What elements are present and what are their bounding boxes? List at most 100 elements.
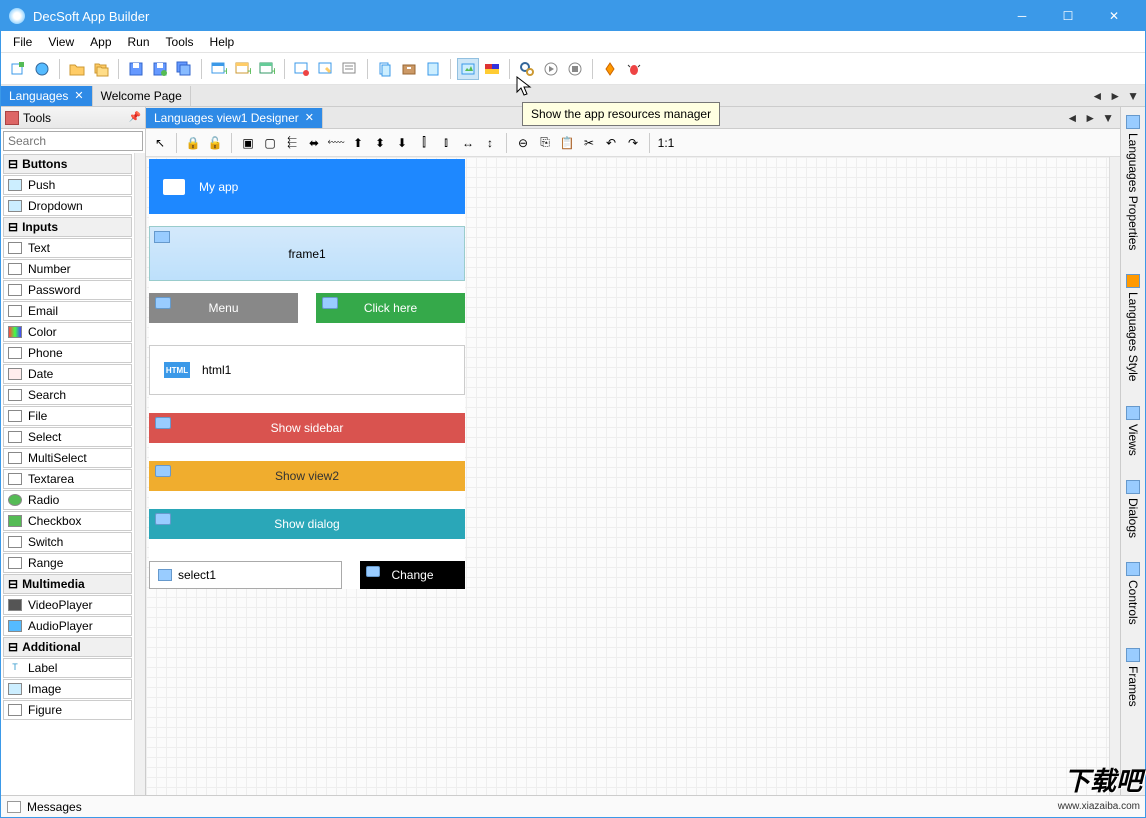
align-right-icon[interactable]: ⬳: [326, 133, 346, 153]
send-back-icon[interactable]: ▢: [260, 133, 280, 153]
tool-date[interactable]: Date: [3, 364, 132, 384]
debug-button[interactable]: [623, 58, 645, 80]
tab-close-icon[interactable]: ✕: [74, 89, 83, 102]
props-button[interactable]: [339, 58, 361, 80]
paste-icon[interactable]: 📋: [557, 133, 577, 153]
dist-h-icon[interactable]: ⫿: [414, 133, 434, 153]
cat-multimedia[interactable]: ⊟Multimedia: [3, 574, 132, 594]
bring-front-icon[interactable]: ▣: [238, 133, 258, 153]
languages-button[interactable]: [481, 58, 503, 80]
tool-label[interactable]: TLabel: [3, 658, 132, 678]
tool-phone[interactable]: Phone: [3, 343, 132, 363]
panel-frames[interactable]: Frames: [1124, 644, 1142, 711]
minimize-button[interactable]: ─: [999, 1, 1045, 31]
open-folder-button[interactable]: [66, 58, 88, 80]
remove-button[interactable]: [291, 58, 313, 80]
files-button[interactable]: [374, 58, 396, 80]
tool-email[interactable]: Email: [3, 301, 132, 321]
pointer-icon[interactable]: ↖: [150, 133, 170, 153]
tool-text[interactable]: Text: [3, 238, 132, 258]
tool-image[interactable]: Image: [3, 679, 132, 699]
widget-show-view2[interactable]: Show view2: [149, 461, 465, 491]
widget-html1[interactable]: HTML html1: [149, 345, 465, 395]
tool-password[interactable]: Password: [3, 280, 132, 300]
tool-number[interactable]: Number: [3, 259, 132, 279]
menu-help[interactable]: Help: [202, 33, 243, 51]
tool-switch[interactable]: Switch: [3, 532, 132, 552]
resources-button[interactable]: [457, 58, 479, 80]
add-view-button[interactable]: +: [208, 58, 230, 80]
new-project-button[interactable]: [7, 58, 29, 80]
tool-checkbox[interactable]: Checkbox: [3, 511, 132, 531]
tool-radio[interactable]: Radio: [3, 490, 132, 510]
menu-tools[interactable]: Tools: [158, 33, 202, 51]
cat-buttons[interactable]: ⊟Buttons: [3, 154, 132, 174]
lock-icon[interactable]: 🔒: [183, 133, 203, 153]
tool-figure[interactable]: Figure: [3, 700, 132, 720]
archive-button[interactable]: [398, 58, 420, 80]
folders-button[interactable]: [90, 58, 112, 80]
tab-prev-icon[interactable]: ◄: [1089, 89, 1105, 103]
tool-color[interactable]: Color: [3, 322, 132, 342]
dist-v-icon[interactable]: ⫾: [436, 133, 456, 153]
tool-audio[interactable]: AudioPlayer: [3, 616, 132, 636]
unlock-icon[interactable]: 🔓: [205, 133, 225, 153]
new-globe-button[interactable]: [31, 58, 53, 80]
add-dialog-button[interactable]: +: [232, 58, 254, 80]
canvas-scrollbar[interactable]: [1109, 157, 1120, 795]
dtab-prev-icon[interactable]: ◄: [1064, 111, 1080, 125]
align-center-icon[interactable]: ⬌: [304, 133, 324, 153]
widget-show-sidebar[interactable]: Show sidebar: [149, 413, 465, 443]
save-as-button[interactable]: [149, 58, 171, 80]
redo-icon[interactable]: ↷: [623, 133, 643, 153]
tool-video[interactable]: VideoPlayer: [3, 595, 132, 615]
panel-controls[interactable]: Controls: [1124, 558, 1142, 629]
same-h-icon[interactable]: ↕: [480, 133, 500, 153]
menu-file[interactable]: File: [5, 33, 40, 51]
cut-icon[interactable]: ✂: [579, 133, 599, 153]
add-frame-button[interactable]: +: [256, 58, 278, 80]
canvas-scroll[interactable]: My app frame1 Menu: [146, 157, 1109, 795]
save-button[interactable]: [125, 58, 147, 80]
maximize-button[interactable]: ☐: [1045, 1, 1091, 31]
cat-inputs[interactable]: ⊟Inputs: [3, 217, 132, 237]
widget-menu-button[interactable]: Menu: [149, 293, 298, 323]
zoom-icon[interactable]: 1:1: [656, 133, 676, 153]
close-button[interactable]: ✕: [1091, 1, 1137, 31]
settings-button[interactable]: [516, 58, 538, 80]
dtab-next-icon[interactable]: ►: [1082, 111, 1098, 125]
widget-show-dialog[interactable]: Show dialog: [149, 509, 465, 539]
tool-file[interactable]: File: [3, 406, 132, 426]
pin-icon[interactable]: 📌: [129, 112, 141, 123]
panel-dialogs[interactable]: Dialogs: [1124, 476, 1142, 542]
same-w-icon[interactable]: ↔: [458, 133, 478, 153]
align-bottom-icon[interactable]: ⬇: [392, 133, 412, 153]
menu-app[interactable]: App: [82, 33, 119, 51]
align-middle-icon[interactable]: ⬍: [370, 133, 390, 153]
designer-tab-close-icon[interactable]: ✕: [305, 111, 314, 124]
save-all-button[interactable]: [173, 58, 195, 80]
run-button[interactable]: [540, 58, 562, 80]
tool-push[interactable]: Push: [3, 175, 132, 195]
tab-next-icon[interactable]: ►: [1107, 89, 1123, 103]
menu-view[interactable]: View: [40, 33, 82, 51]
delete-icon[interactable]: ⊖: [513, 133, 533, 153]
widget-app-header[interactable]: My app: [149, 159, 465, 214]
tab-menu-icon[interactable]: ▼: [1125, 89, 1141, 103]
designer-tab[interactable]: Languages view1 Designer ✕: [146, 108, 323, 128]
stop-button[interactable]: [564, 58, 586, 80]
widget-change-button[interactable]: Change: [360, 561, 465, 589]
messages-label[interactable]: Messages: [27, 800, 82, 814]
panel-properties[interactable]: Languages Properties: [1124, 111, 1142, 254]
tool-select[interactable]: Select: [3, 427, 132, 447]
tool-range[interactable]: Range: [3, 553, 132, 573]
cat-additional[interactable]: ⊟Additional: [3, 637, 132, 657]
design-canvas[interactable]: My app frame1 Menu: [149, 159, 465, 589]
undo-icon[interactable]: ↶: [601, 133, 621, 153]
widget-frame1[interactable]: frame1: [149, 226, 465, 281]
edit-view-button[interactable]: [315, 58, 337, 80]
tab-languages[interactable]: Languages ✕: [1, 86, 93, 106]
align-top-icon[interactable]: ⬆: [348, 133, 368, 153]
widget-select1[interactable]: select1: [149, 561, 342, 589]
tab-welcome[interactable]: Welcome Page: [93, 86, 191, 106]
